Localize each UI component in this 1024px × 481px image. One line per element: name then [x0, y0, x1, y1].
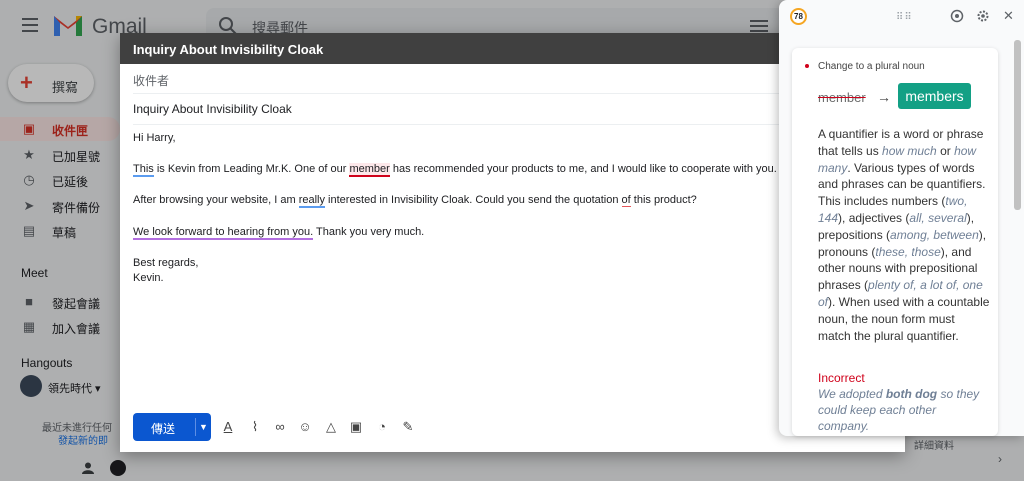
- body-paragraph-1: This is Kevin from Leading Mr.K. One of …: [133, 162, 777, 177]
- greeting-line: Hi Harry,: [133, 132, 176, 144]
- error-dot-icon: [805, 64, 809, 68]
- explanation-example: how much: [882, 143, 937, 158]
- body-text: Thank you very much.: [313, 226, 425, 238]
- grammar-flag-really[interactable]: really: [298, 194, 325, 208]
- attach-icon[interactable]: ⌇: [247, 419, 263, 435]
- close-icon[interactable]: ✕: [1003, 8, 1014, 24]
- accept-suggestion-button[interactable]: members: [898, 83, 971, 109]
- example-error: both dog: [885, 387, 938, 401]
- arrow-right-icon: →: [877, 89, 891, 105]
- drag-handle-icon[interactable]: ⠿⠿: [896, 12, 913, 23]
- example-text: We adopted: [818, 387, 886, 401]
- incorrect-example: We adopted both dog so they could keep e…: [818, 386, 990, 434]
- compose-title: Inquiry About Invisibility Cloak: [133, 42, 324, 57]
- photo-icon[interactable]: ▣: [348, 419, 364, 435]
- confidential-icon[interactable]: ◔: [374, 419, 390, 435]
- original-word: member: [818, 90, 866, 105]
- signature-icon[interactable]: ✎: [400, 419, 416, 435]
- link-icon[interactable]: ∞: [272, 419, 288, 435]
- grammar-flag-of[interactable]: of: [621, 194, 631, 207]
- send-label[interactable]: 傳送: [151, 420, 175, 437]
- grammar-flag-this[interactable]: This: [133, 163, 154, 177]
- panel-scrollbar[interactable]: [1014, 40, 1021, 210]
- body-text: has recommended your products to me, and…: [389, 163, 777, 175]
- explanation-text: ), adjectives (: [838, 210, 910, 225]
- signature-line: Kevin.: [133, 272, 164, 284]
- gear-icon[interactable]: [976, 9, 990, 23]
- incorrect-label: Incorrect: [818, 371, 865, 385]
- closing-line: Best regards,: [133, 257, 199, 269]
- target-icon[interactable]: [950, 9, 964, 23]
- body-text: this product?: [630, 194, 697, 206]
- explanation-text: ). When used with a countable noun, the …: [818, 294, 990, 343]
- body-text: After browsing your website, I am: [133, 194, 299, 206]
- suggestion-explanation: A quantifier is a word or phrase that te…: [818, 126, 990, 344]
- body-text: is Kevin from Leading Mr.K. One of our: [153, 163, 350, 175]
- explanation-example: all, several: [909, 210, 967, 225]
- explanation-example: among, between: [890, 227, 979, 242]
- subject-value[interactable]: Inquiry About Invisibility Cloak: [133, 102, 292, 116]
- emoji-icon[interactable]: ☺: [297, 419, 313, 435]
- body-paragraph-3: We look forward to hearing from you. Tha…: [133, 225, 424, 240]
- explanation-text: or: [936, 143, 955, 158]
- writing-score-badge[interactable]: 78: [790, 8, 807, 25]
- format-text-icon[interactable]: A: [220, 419, 236, 435]
- body-text: interested in Invisibility Cloak. Could …: [324, 194, 622, 206]
- recipients-label: 收件者: [133, 74, 170, 88]
- suggestion-category: Change to a plural noun: [818, 61, 925, 72]
- grammar-flag-phrase[interactable]: We look forward to hearing from you.: [133, 226, 314, 240]
- drive-icon[interactable]: △: [323, 419, 339, 435]
- body-paragraph-2: After browsing your website, I am really…: [133, 193, 697, 208]
- explanation-example: these, those: [875, 244, 941, 259]
- send-options-icon[interactable]: ▼: [195, 418, 211, 436]
- grammar-flag-member[interactable]: member: [349, 163, 390, 177]
